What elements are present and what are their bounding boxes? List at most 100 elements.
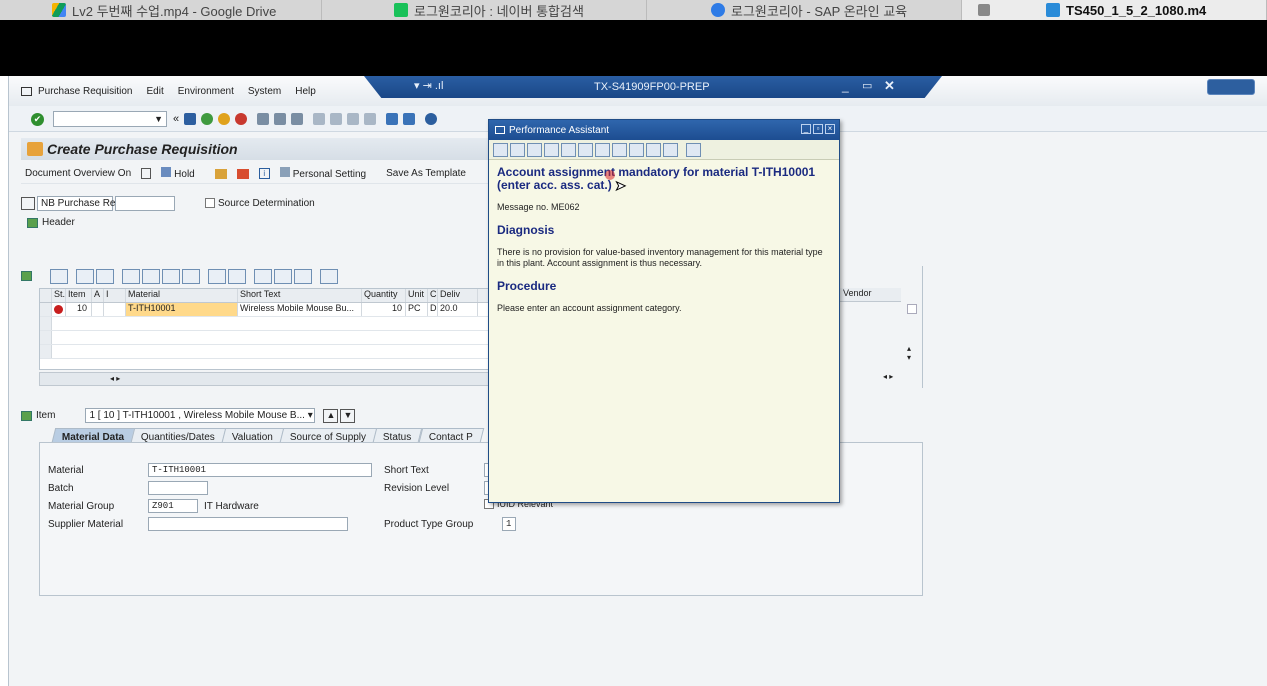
first-page-icon[interactable]	[313, 112, 326, 125]
browser-tab-drive[interactable]: Lv2 두번째 수업.mp4 - Google Drive	[0, 0, 322, 20]
collapse-item-detail-icon[interactable]	[21, 410, 32, 421]
c-cell[interactable]: D	[428, 303, 438, 316]
edit-icon[interactable]	[561, 142, 576, 157]
sum-icon[interactable]	[208, 268, 226, 284]
find-icon[interactable]	[274, 112, 287, 125]
info-grid-icon[interactable]	[320, 268, 338, 284]
window-controls[interactable]	[1207, 79, 1255, 95]
product-type-group-field[interactable]: 1	[502, 517, 516, 531]
expand-header-icon[interactable]	[27, 217, 38, 228]
last-page-icon[interactable]	[364, 112, 377, 125]
grid-horizontal-scrollbar[interactable]: ◂ ▸	[39, 372, 491, 386]
short-text-cell[interactable]: Wireless Mobile Mouse Bu...	[238, 303, 362, 316]
print-grid-icon[interactable]	[254, 268, 272, 284]
layout-icon[interactable]	[294, 268, 312, 284]
menu-edit[interactable]: Edit	[147, 86, 164, 97]
help-icon[interactable]	[425, 112, 438, 125]
browser-tab-sap[interactable]: 로그원코리아 - SAP 온라인 교육	[647, 0, 962, 20]
save-as-template-button[interactable]: Save As Template	[386, 168, 466, 179]
find-grid-icon[interactable]	[162, 268, 180, 284]
sort-desc-icon[interactable]	[142, 268, 160, 284]
customize-icon[interactable]: ▾ ⇥ .ıl	[414, 79, 443, 92]
close-tab-icon[interactable]	[978, 4, 990, 16]
save-icon[interactable]	[184, 112, 197, 125]
material-cell[interactable]: T-ITH10001	[126, 303, 238, 316]
select-all-icon[interactable]	[40, 289, 52, 302]
batch-field[interactable]	[148, 481, 208, 495]
menu-environment[interactable]: Environment	[178, 86, 234, 97]
enter-icon[interactable]: ✔	[31, 113, 44, 126]
document-overview-button[interactable]: Document Overview On	[25, 168, 131, 179]
dialog-close-icon[interactable]: ×	[825, 124, 835, 134]
subtotal-icon[interactable]	[228, 268, 246, 284]
next-page-icon[interactable]	[347, 112, 360, 125]
export-icon[interactable]	[274, 268, 292, 284]
menu-help[interactable]: Help	[295, 86, 316, 97]
hold-button[interactable]: Hold	[161, 167, 205, 180]
chevron-down-icon[interactable]: ▼	[154, 114, 163, 124]
bookmark-icon[interactable]	[612, 142, 627, 157]
col-unit[interactable]: Unit	[406, 289, 428, 302]
dialog-minimize-icon[interactable]: _	[801, 124, 811, 134]
scroll-right-icon[interactable]: ◂ ▸	[883, 372, 893, 381]
minimize-icon[interactable]: _	[842, 79, 849, 93]
technical-info-icon[interactable]	[544, 142, 559, 157]
col-acct[interactable]: A	[92, 289, 104, 302]
i-cell[interactable]	[104, 303, 126, 316]
tools-icon[interactable]	[578, 142, 593, 157]
document-type-select[interactable]: NB Purchase Requisiti.. ▾	[37, 196, 154, 211]
check-icon[interactable]	[214, 168, 227, 179]
table-row[interactable]	[40, 331, 490, 345]
exit-icon[interactable]	[218, 112, 231, 125]
info-icon[interactable]: i	[258, 168, 270, 179]
copy-dialog-icon[interactable]	[646, 142, 661, 157]
source-determination-checkbox[interactable]: Source Determination	[205, 198, 315, 209]
row-selector[interactable]	[40, 303, 52, 316]
sort-asc-icon[interactable]	[122, 268, 140, 284]
forward-arrow-icon[interactable]	[510, 142, 525, 157]
quantity-cell[interactable]: 10	[362, 303, 406, 316]
close-dialog-icon[interactable]	[686, 142, 701, 157]
supplier-material-field[interactable]	[148, 517, 348, 531]
col-status[interactable]: St..	[52, 289, 66, 302]
unit-cell[interactable]: PC	[406, 303, 428, 316]
dialog-menu-icon[interactable]	[495, 126, 505, 134]
grid-config-icon[interactable]	[907, 304, 917, 314]
filter-icon[interactable]	[182, 268, 200, 284]
cancel-icon[interactable]	[235, 112, 248, 125]
copy-icon[interactable]	[76, 268, 94, 284]
window-menu-icon[interactable]	[21, 86, 32, 96]
vertical-scroll-icon[interactable]: ▴ ▾	[907, 344, 911, 362]
menu-purchase-requisition[interactable]: Purchase Requisition	[38, 86, 133, 97]
delivery-cell[interactable]: 20.0	[438, 303, 478, 316]
shortcut-icon[interactable]	[403, 112, 416, 125]
header-section[interactable]: Header	[27, 217, 75, 228]
acct-cell[interactable]	[92, 303, 104, 316]
col-vendor[interactable]: Vendor	[839, 288, 901, 302]
document-number-field[interactable]	[115, 196, 175, 211]
print-icon[interactable]	[257, 112, 270, 125]
material-field[interactable]: T-ITH10001	[148, 463, 372, 477]
browser-tab-video[interactable]: TS450_1_5_2_1080.m4	[962, 0, 1267, 20]
back-arrow-icon[interactable]	[493, 142, 508, 157]
col-item[interactable]: Item	[66, 289, 92, 302]
next-item-button[interactable]: ▼	[340, 408, 356, 423]
command-field[interactable]: ▼	[53, 110, 167, 127]
flag-icon[interactable]	[236, 168, 249, 179]
new-session-icon[interactable]	[386, 112, 399, 125]
link-icon[interactable]	[595, 142, 610, 157]
browser-tab-naver[interactable]: 로그원코리아 : 네이버 통합검색	[322, 0, 647, 20]
back-icon[interactable]: «	[173, 113, 179, 125]
item-select[interactable]: 1 [ 10 ] T-ITH10001 , Wireless Mobile Mo…	[85, 408, 316, 423]
material-group-field[interactable]: Z901	[148, 499, 198, 513]
new-document-icon[interactable]	[141, 168, 152, 179]
back-nav-icon[interactable]	[201, 112, 214, 125]
table-row[interactable]	[40, 317, 490, 331]
dialog-maximize-icon[interactable]: ▫	[813, 124, 823, 134]
menu-system[interactable]: System	[248, 86, 281, 97]
collapse-items-icon[interactable]	[21, 271, 32, 281]
home-icon[interactable]	[527, 142, 542, 157]
prev-page-icon[interactable]	[330, 112, 343, 125]
checkbox-box[interactable]	[205, 198, 215, 209]
col-short-text[interactable]: Short Text	[238, 289, 362, 302]
